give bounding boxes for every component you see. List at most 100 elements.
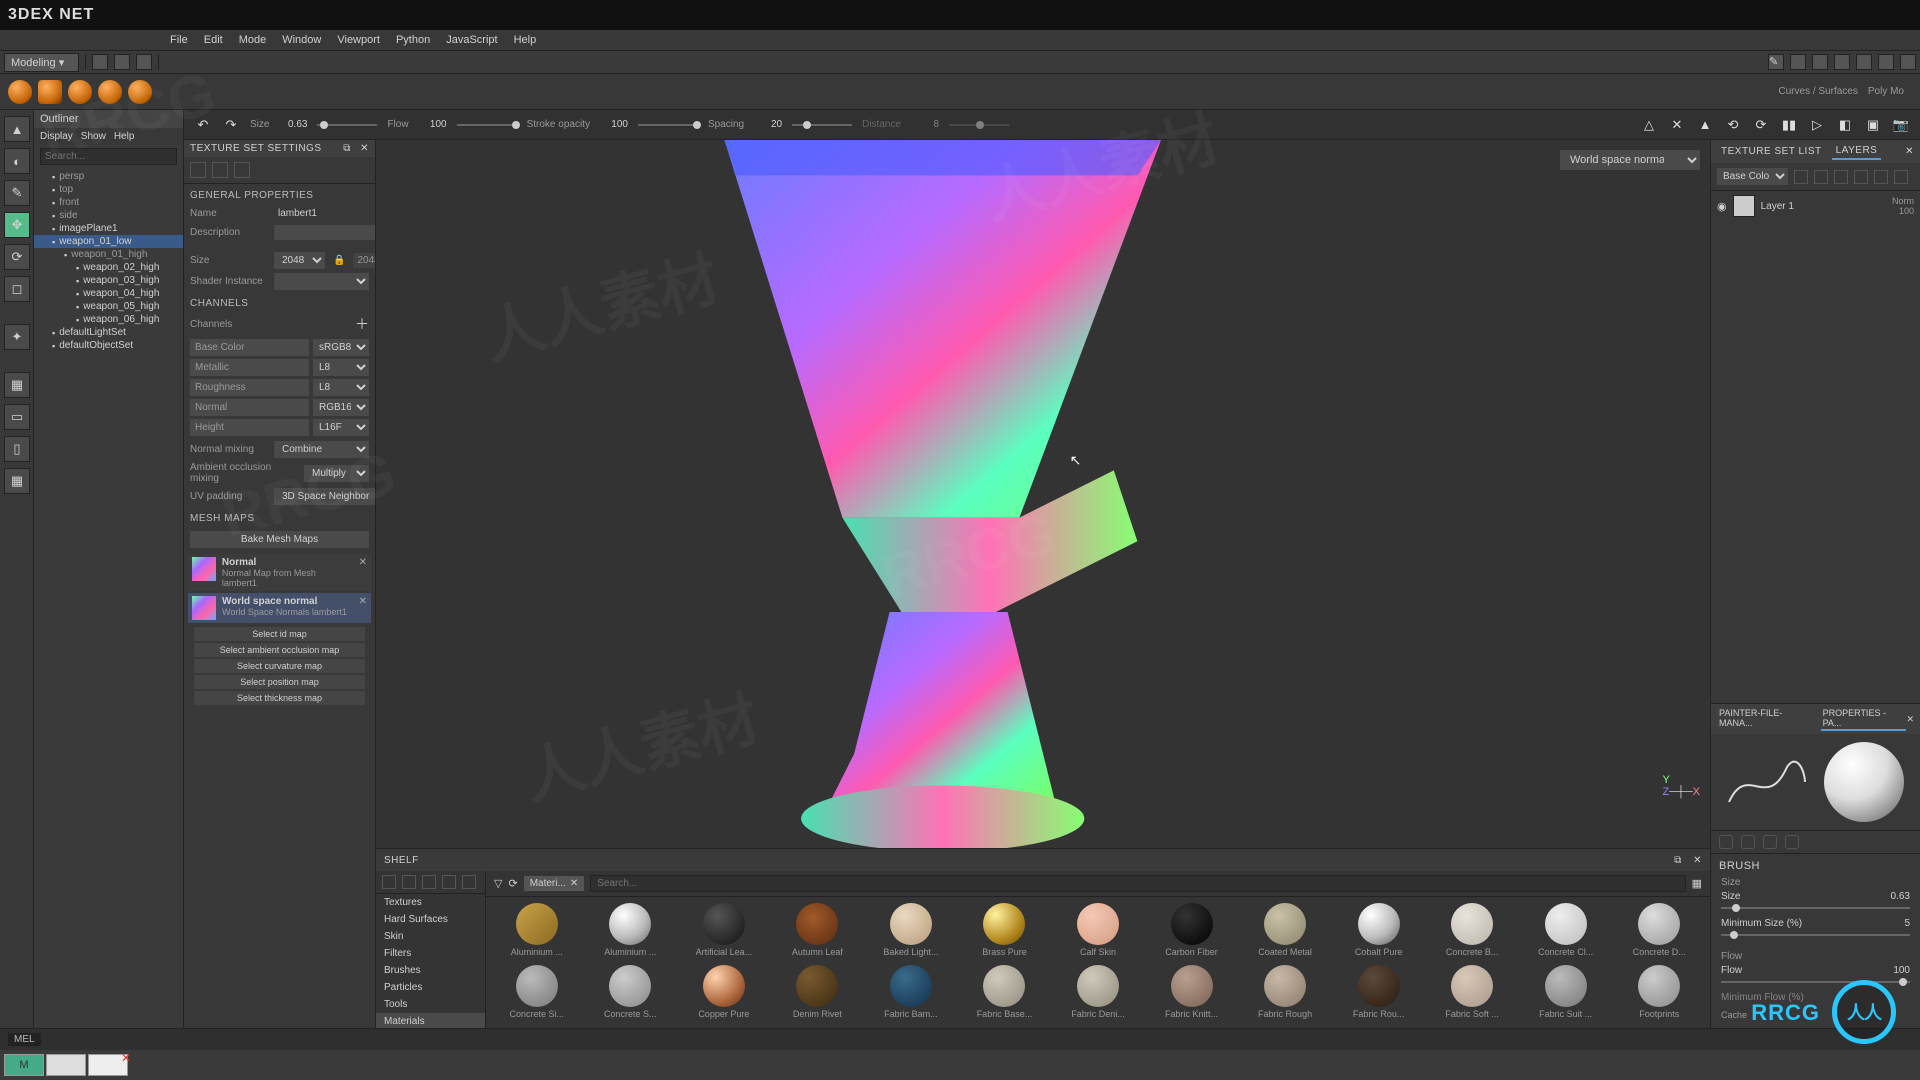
clone-icon[interactable]	[1878, 54, 1894, 70]
outliner-item[interactable]: ▪defaultLightSet	[34, 326, 183, 339]
outliner-item[interactable]: ▪top	[34, 183, 183, 196]
shelf-filter-icon[interactable]: ▽	[494, 877, 502, 890]
menu-edit[interactable]: Edit	[204, 34, 223, 46]
chip-close-icon[interactable]: ✕	[570, 878, 578, 889]
outliner-item[interactable]: ▪side	[34, 209, 183, 222]
material-item[interactable]: Fabric Knitt...	[1147, 965, 1237, 1023]
outliner-item[interactable]: ▪defaultObjectSet	[34, 339, 183, 352]
outliner-menu-show[interactable]: Show	[81, 131, 106, 142]
select-map-button[interactable]: Select ambient occlusion map	[194, 643, 365, 657]
outliner-item[interactable]: ▪front	[34, 196, 183, 209]
shelf-category[interactable]: Particles	[376, 979, 485, 996]
shelf-category[interactable]: Filters	[376, 945, 485, 962]
lasso-tool-icon[interactable]: ◐	[4, 148, 30, 174]
material-item[interactable]: Fabric Rough	[1240, 965, 1330, 1023]
tss-globe-icon[interactable]	[212, 162, 228, 178]
brush-tab-brush-icon[interactable]	[1719, 835, 1733, 849]
tss-crop-icon[interactable]	[234, 162, 250, 178]
layer-name[interactable]: Layer 1	[1761, 201, 1886, 212]
material-item[interactable]: Aluminium ...	[492, 903, 582, 961]
shelf-category[interactable]: Textures	[376, 894, 485, 911]
map-clear-icon[interactable]: ✕	[359, 596, 367, 607]
viewport-mode-dropdown[interactable]: World space normal	[1560, 150, 1700, 170]
channel-format-select[interactable]: L8	[313, 379, 369, 396]
material-item[interactable]: Carbon Fiber	[1147, 903, 1237, 961]
projection-icon[interactable]	[1812, 54, 1828, 70]
menu-python[interactable]: Python	[396, 34, 430, 46]
outliner-item[interactable]: ▪weapon_04_high	[34, 287, 183, 300]
layer-tool2-icon[interactable]	[1814, 170, 1828, 184]
menu-window[interactable]: Window	[282, 34, 321, 46]
primitive-cube-icon[interactable]	[38, 80, 62, 104]
brush-tab-material-icon[interactable]	[1785, 835, 1799, 849]
shelf-close-icon[interactable]: ✕	[1693, 855, 1702, 866]
props-close-icon[interactable]: ✕	[1906, 714, 1914, 725]
material-item[interactable]: Baked Light...	[866, 903, 956, 961]
layer-delete-icon[interactable]	[1894, 170, 1908, 184]
scale-tool-icon[interactable]: ◻	[4, 276, 30, 302]
outliner-item[interactable]: ▪weapon_05_high	[34, 300, 183, 313]
tss-shader-select[interactable]	[274, 273, 369, 290]
material-item[interactable]: Calf Skin	[1053, 903, 1143, 961]
select-map-button[interactable]: Select id map	[194, 627, 365, 641]
size-slider[interactable]	[317, 124, 377, 126]
mesh-map-card[interactable]: World space normalWorld Space Normals la…	[188, 593, 371, 623]
taskbar-app1-icon[interactable]: M	[4, 1054, 44, 1076]
viewport-layout-icon[interactable]: ▷	[1808, 116, 1826, 134]
outliner-item[interactable]: ▪weapon_02_high	[34, 261, 183, 274]
redo-icon[interactable]: ↷	[222, 116, 240, 134]
right-tabs-close-icon[interactable]: ✕	[1905, 146, 1914, 157]
shelf-home-icon[interactable]	[382, 875, 396, 889]
flow-slider[interactable]	[457, 124, 517, 126]
tab-properties[interactable]: PROPERTIES - PA...	[1821, 707, 1907, 731]
material-item[interactable]: Fabric Deni...	[1053, 965, 1143, 1023]
primitive-torus-icon[interactable]	[128, 80, 152, 104]
brush-minsize-slider[interactable]	[1721, 934, 1910, 936]
perspective-icon[interactable]: ⟲	[1724, 116, 1742, 134]
shelf-view3-icon[interactable]	[462, 875, 476, 889]
fill-icon[interactable]	[1834, 54, 1850, 70]
opacity-slider[interactable]	[638, 124, 698, 126]
outliner-menu-display[interactable]: Display	[40, 131, 73, 142]
channel-format-select[interactable]: sRGB8	[313, 339, 369, 356]
material-item[interactable]: Fabric Rou...	[1334, 965, 1424, 1023]
move-tool-icon[interactable]: ✥	[4, 212, 30, 238]
material-item[interactable]: Concrete Si...	[492, 965, 582, 1023]
menu-file[interactable]: File	[170, 34, 188, 46]
eraser-icon[interactable]	[1790, 54, 1806, 70]
menu-mode[interactable]: Mode	[239, 34, 267, 46]
primitive-cone-icon[interactable]	[98, 80, 122, 104]
taskbar-app2-icon[interactable]	[46, 1054, 86, 1076]
wireframe-icon[interactable]: ✕	[1668, 116, 1686, 134]
material-item[interactable]: Copper Pure	[679, 965, 769, 1023]
layer-blend-mode[interactable]: Norm	[1892, 196, 1914, 206]
rotate-tool-icon[interactable]: ⟳	[4, 244, 30, 270]
layer-folder-icon[interactable]	[1874, 170, 1888, 184]
material-item[interactable]: Coated Metal	[1240, 903, 1330, 961]
material-item[interactable]: Cobalt Pure	[1334, 903, 1424, 961]
material-item[interactable]: Artificial Lea...	[679, 903, 769, 961]
mode-dropdown[interactable]: Modeling ▾	[4, 53, 79, 72]
layout-3-icon[interactable]: ▦	[4, 468, 30, 494]
taskbar-close-icon[interactable]: ✕	[121, 1051, 131, 1065]
bake-mesh-maps-button[interactable]: Bake Mesh Maps	[190, 531, 369, 548]
tss-desc-input[interactable]	[274, 225, 376, 240]
mesh-map-card[interactable]: NormalNormal Map from Mesh lambert1✕	[188, 554, 371, 591]
view-cube-icon[interactable]: ▦	[4, 372, 30, 398]
ao-mixing-select[interactable]: Multiply	[304, 465, 369, 482]
material-item[interactable]: Concrete S...	[586, 965, 676, 1023]
menu-help[interactable]: Help	[514, 34, 537, 46]
outliner-item[interactable]: ▪weapon_06_high	[34, 313, 183, 326]
primitive-cylinder-icon[interactable]	[68, 80, 92, 104]
snap-tool-icon[interactable]: ✦	[4, 324, 30, 350]
smudge-icon[interactable]	[1856, 54, 1872, 70]
tab-layers[interactable]: LAYERS	[1832, 143, 1882, 160]
menu-viewport[interactable]: Viewport	[337, 34, 380, 46]
taskbar-app3-icon[interactable]: ✕	[88, 1054, 128, 1076]
layer-mask-icon[interactable]	[1834, 170, 1848, 184]
outliner-item[interactable]: ▪persp	[34, 170, 183, 183]
shelf-category[interactable]: Skin	[376, 928, 485, 945]
shelf-refresh-icon[interactable]: ⟳	[508, 877, 517, 890]
shelf-grid-icon[interactable]: ▦	[1692, 877, 1702, 890]
shelf-category[interactable]: Brushes	[376, 962, 485, 979]
